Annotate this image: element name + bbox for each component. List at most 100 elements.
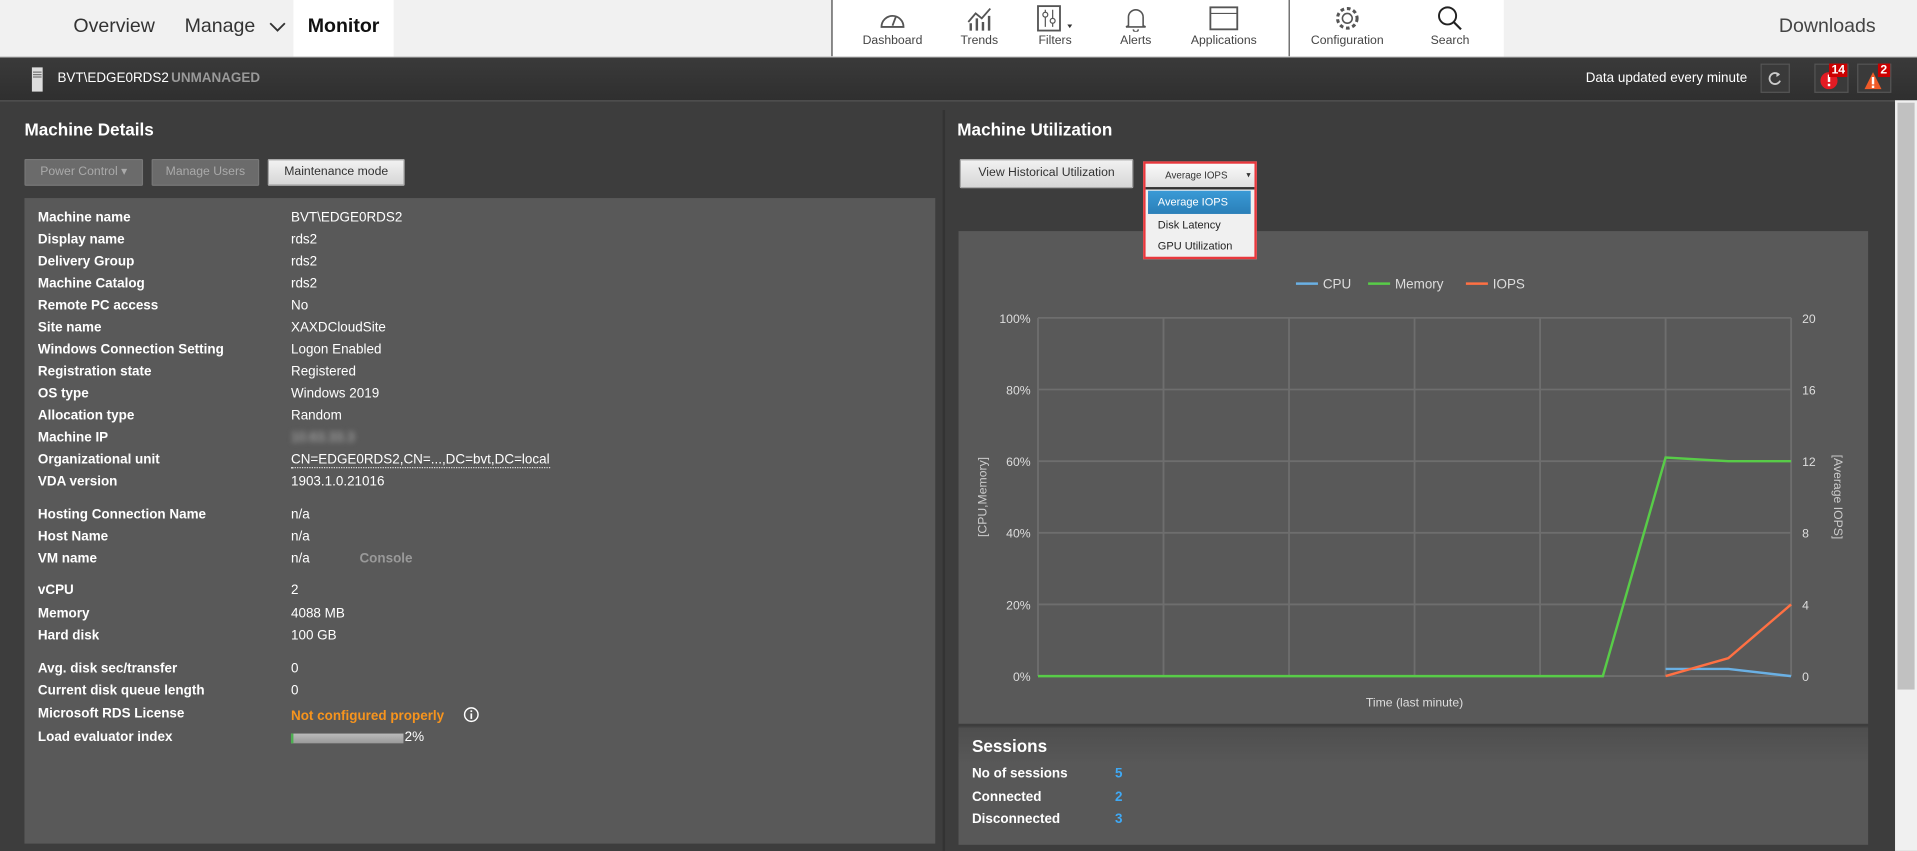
detail-value: 10.63.33.3 [290,430,355,446]
tool-alerts[interactable]: Alerts [1093,5,1179,48]
tool-applications[interactable]: Applications [1181,5,1267,48]
utilization-chart: 0% 0 20% 4 40% 8 60% 12 80% 16 100% 20 [CPU,Memory] [… [958,231,1869,724]
detail-value: Logon Enabled [290,342,382,357]
info-icon[interactable] [463,707,479,727]
detail-value: 100 GB [290,628,337,644]
detail-value[interactable]: CN=EDGE0RDS2,CN=...,DC=bvt,DC=local [290,452,550,469]
search-icon [1438,6,1462,31]
detail-label: Microsoft RDS License [37,706,185,722]
detail-label: Current disk queue length [37,683,205,699]
warning-count: 2 [1877,63,1890,78]
tool-trends[interactable]: Trends [937,5,1023,48]
nav-downloads[interactable]: Downloads [1779,16,1876,38]
refresh-button[interactable] [1760,63,1790,93]
session-row-disconnected: Disconnected 3 [971,811,1123,827]
option-average-iops[interactable]: Average IOPS [1148,190,1251,214]
detail-value: rds2 [290,232,318,247]
top-nav: Overview Manage Monitor Dashboard Trends… [0,0,1917,58]
critical-alerts-button[interactable]: 14 [1814,63,1849,93]
y2-axis-title: [Average IOPS] [1831,455,1845,540]
update-status: Data updated every minute [1585,70,1748,86]
detail-value: 4088 MB [290,606,345,622]
warning-alerts-button[interactable]: 2 [1857,63,1892,93]
detail-value: 0 [290,683,299,699]
maintenance-mode-button[interactable]: Maintenance mode [267,158,405,186]
metric-select[interactable]: Average IOPS ▾ [1145,163,1255,190]
filters-icon [1037,5,1073,32]
machine-header: BVT\EDGE0RDS2 UNMANAGED Data updated eve… [0,57,1917,102]
detail-value: Random [290,408,342,424]
scrollbar-thumb[interactable] [1897,102,1915,690]
load-index-bar [290,733,404,744]
machine-details-title: Machine Details [24,119,154,140]
y-tick-label: 60% [1006,455,1031,469]
tool-filters[interactable]: Filters [1012,5,1098,48]
y-tick-label: 20% [1006,598,1031,612]
machine-name: BVT\EDGE0RDS2 [57,70,169,86]
machine-details-panel: Machine name BVT\EDGE0RDS2 Display name rds… [24,198,936,844]
detail-label: Hosting Connection Name [37,507,207,523]
console-link[interactable]: Console [359,551,412,566]
detail-label: Display name [37,232,125,247]
detail-label: Organizational unit [37,452,160,468]
detail-value: rds2 [290,276,318,291]
nav-monitor[interactable]: Monitor [293,0,394,57]
sessions-title: Sessions [971,736,1048,756]
chevron-down-icon[interactable] [269,21,286,33]
critical-count: 14 [1829,63,1848,78]
detail-value: Registered [290,364,357,380]
tool-dashboard[interactable]: Dashboard [850,5,936,48]
scrollbar[interactable] [1895,100,1917,851]
manage-users-button[interactable]: Manage Users [151,158,260,186]
detail-value: 1903.1.0.21016 [290,474,385,490]
detail-value: Not configured properly [290,709,445,724]
detail-label: Machine name [37,210,131,225]
sessions-panel: Sessions No of sessions 5 Connected 2 Disc… [958,726,1869,845]
series-line-iops [1665,603,1792,678]
nav-overview[interactable]: Overview [73,16,155,38]
option-disk-latency[interactable]: Disk Latency [1148,214,1251,237]
legend-label[interactable]: Memory [1395,277,1444,292]
view-historical-button[interactable]: View Historical Utilization [959,158,1134,189]
y-axis-title: [CPU,Memory] [976,457,990,537]
refresh-icon [1768,72,1781,85]
legend-label[interactable]: IOPS [1493,277,1525,292]
detail-label: VM name [37,551,97,567]
x-axis-title: Time (last minute) [1366,696,1463,710]
tool-configuration[interactable]: Configuration [1305,5,1391,48]
y2-tick-label: 20 [1802,312,1816,326]
session-row-total: No of sessions 5 [971,766,1123,782]
power-control-button[interactable]: Power Control ▾ [24,158,144,186]
nav-manage[interactable]: Manage [185,16,256,38]
metric-dropdown: Average IOPS ▾ Average IOPS Disk Latency … [1143,161,1257,260]
trends-icon [967,7,991,31]
detail-label: vCPU [37,583,74,598]
detail-value: No [290,298,309,313]
detail-label: Registration state [37,364,152,380]
tool-search[interactable]: Search [1407,5,1493,48]
machine-state: UNMANAGED [171,70,261,86]
detail-label: Remote PC access [37,298,159,313]
bell-icon [1125,9,1146,32]
y-tick-label: 80% [1006,383,1031,397]
y2-tick-label: 8 [1802,527,1809,541]
detail-value: XAXDCloudSite [290,320,386,335]
detail-label: Windows Connection Setting [37,342,224,357]
y2-tick-label: 4 [1802,598,1809,612]
detail-value: 2% [404,729,425,745]
detail-label: Avg. disk sec/transfer [37,661,178,677]
server-icon [31,67,43,92]
detail-value: BVT\EDGE0RDS2 [290,210,403,225]
detail-value: n/a [290,551,310,567]
session-row-connected: Connected 2 [971,789,1123,805]
chart-svg: 0% 0 20% 4 40% 8 60% 12 80% 16 100% 20 [CPU,Memory] [… [976,277,1845,710]
caret-down-icon: ▾ [1246,171,1251,180]
detail-value: rds2 [290,254,318,269]
option-gpu-utilization[interactable]: GPU Utilization [1148,235,1251,258]
load-index-fill [290,733,294,744]
detail-label: Load evaluator index [37,729,173,745]
detail-value: Windows 2019 [290,386,380,402]
detail-label: Allocation type [37,408,135,424]
legend-label[interactable]: CPU [1323,277,1351,292]
y2-tick-label: 16 [1802,383,1816,397]
